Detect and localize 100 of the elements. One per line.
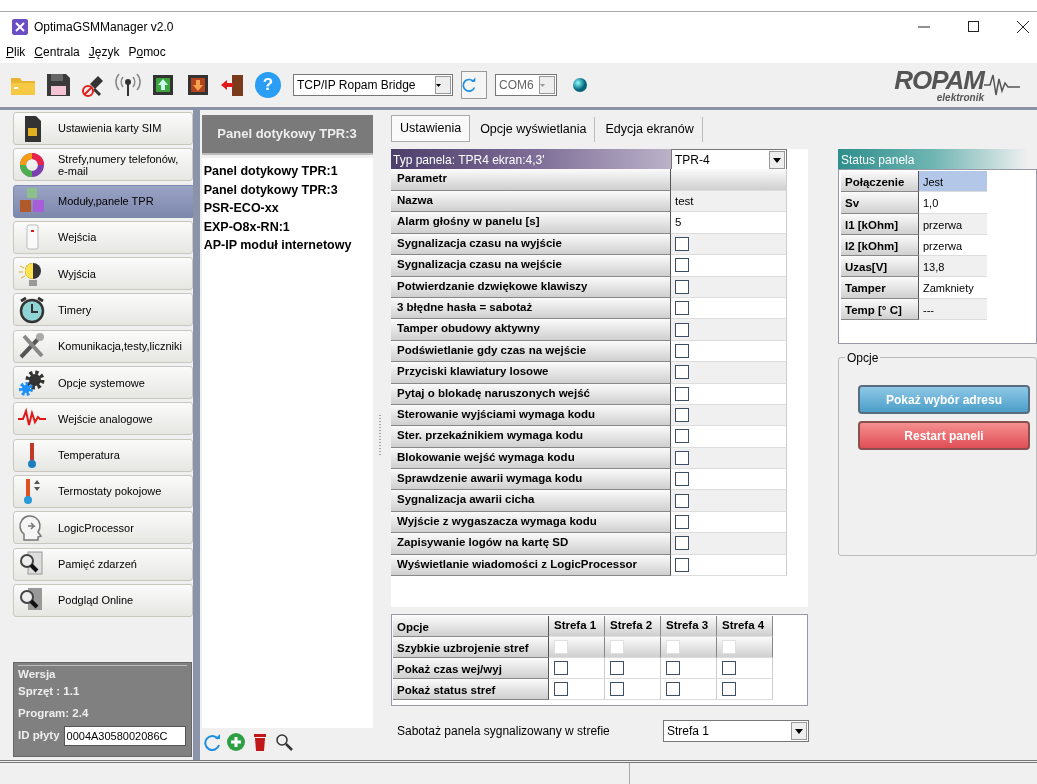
gear-icon bbox=[18, 368, 46, 397]
column-header: Strefa 1 bbox=[549, 616, 605, 637]
antenna-icon[interactable] bbox=[115, 72, 141, 98]
status-value[interactable]: 13,8 bbox=[919, 256, 987, 278]
menu-item[interactable]: Plik bbox=[6, 43, 26, 61]
status-label: I1 [kOhm] bbox=[841, 213, 919, 235]
signal-wave-icon bbox=[984, 73, 1020, 97]
checkbox[interactable] bbox=[675, 236, 689, 251]
checkbox[interactable] bbox=[675, 408, 689, 423]
panel-type-label: Typ panela: TPR4 ekran:4,3' bbox=[391, 149, 671, 169]
connection-select[interactable]: TCP/IP Ropam Bridge bbox=[293, 74, 453, 96]
checkbox[interactable] bbox=[610, 661, 624, 675]
status-label: Uzas[V] bbox=[841, 256, 919, 278]
app-icon bbox=[12, 18, 28, 35]
sidebar-item[interactable]: Temperatura bbox=[13, 438, 193, 472]
add-icon[interactable] bbox=[226, 733, 245, 751]
hardware-version: Sprzęt : 1.1 bbox=[18, 684, 81, 700]
checkbox[interactable] bbox=[722, 661, 736, 675]
sidebar-item[interactable]: Opcje systemowe bbox=[13, 366, 193, 400]
status-value[interactable]: Jest bbox=[919, 171, 987, 193]
save-icon[interactable] bbox=[45, 72, 71, 98]
checkbox[interactable] bbox=[675, 493, 689, 508]
row-label: Pokaż status stref bbox=[393, 679, 549, 700]
parameter-label: Blokowanie wejść wymaga kodu bbox=[391, 447, 671, 470]
parameter-label: Pytaj o blokadę naruszonych wejść bbox=[391, 383, 671, 405]
checkbox[interactable] bbox=[666, 682, 680, 696]
parameter-label: Sterowanie wyjściami wymaga kodu bbox=[391, 404, 671, 427]
checkbox[interactable] bbox=[675, 279, 689, 294]
value-cell[interactable]: test bbox=[671, 191, 787, 213]
board-id-field[interactable]: 0004A3058002086C bbox=[63, 725, 186, 747]
pie-chart-icon bbox=[18, 150, 46, 179]
menu-item[interactable]: Centrala bbox=[34, 43, 80, 61]
checkbox[interactable] bbox=[675, 557, 689, 572]
chip-upload-icon[interactable] bbox=[150, 72, 176, 98]
search-icon[interactable] bbox=[274, 733, 293, 751]
sidebar-item[interactable]: Termostaty pokojowe bbox=[13, 474, 193, 508]
version-legend: Wersja bbox=[18, 665, 187, 684]
checkbox[interactable] bbox=[675, 450, 689, 465]
menu-item[interactable]: Pomoc bbox=[128, 43, 166, 61]
sidebar-item[interactable]: LogicProcessor bbox=[13, 511, 193, 545]
status-value[interactable]: przerwa bbox=[919, 213, 987, 235]
maximize-icon[interactable] bbox=[968, 21, 979, 32]
sidebar-item[interactable]: Timery bbox=[13, 293, 193, 327]
sidebar-item[interactable]: Wejście analogowe bbox=[13, 402, 193, 436]
value-cell[interactable]: 5 bbox=[671, 212, 787, 234]
dropdown-arrow-icon[interactable] bbox=[795, 728, 803, 734]
tab[interactable]: Opcje wyświetlania bbox=[472, 117, 596, 142]
thermometer-icon bbox=[28, 441, 36, 470]
checkbox[interactable] bbox=[666, 661, 680, 675]
module-list-item[interactable]: Panel dotykowy TPR:3 bbox=[203, 180, 371, 200]
menu-item[interactable]: Język bbox=[88, 43, 120, 61]
checkbox[interactable] bbox=[675, 536, 689, 551]
status-value[interactable]: --- bbox=[919, 298, 987, 321]
module-list-item[interactable]: PSR-ECO-xx bbox=[203, 199, 371, 218]
checkbox[interactable] bbox=[675, 258, 689, 273]
checkbox[interactable] bbox=[675, 429, 689, 444]
module-list-item[interactable]: Panel dotykowy TPR:1 bbox=[203, 162, 371, 181]
sidebar-item[interactable]: Wejścia bbox=[13, 220, 193, 254]
checkbox[interactable] bbox=[675, 343, 689, 358]
row-label: Pokaż czas wej/wyj bbox=[393, 658, 549, 679]
parameter-label: Wyjście z wygaszacza wymaga kodu bbox=[391, 511, 671, 534]
splitter-grip-icon[interactable] bbox=[379, 415, 382, 455]
checkbox[interactable] bbox=[675, 322, 689, 337]
checkbox[interactable] bbox=[675, 301, 689, 316]
tab[interactable]: Edycja ekranów bbox=[597, 117, 703, 142]
exit-door-icon[interactable] bbox=[220, 72, 246, 98]
parameter-label: Wyświetlanie wiadomości z LogicProcessor bbox=[391, 554, 671, 577]
panel-type-select[interactable]: TPR-4 bbox=[671, 149, 787, 171]
checkbox[interactable] bbox=[610, 682, 624, 696]
sidebar-item[interactable]: Komunikacja,testy,liczniki bbox=[13, 329, 193, 363]
dropdown-arrow-icon[interactable] bbox=[436, 82, 441, 88]
checkbox[interactable] bbox=[675, 386, 689, 401]
checkbox[interactable] bbox=[675, 515, 689, 530]
checkbox[interactable] bbox=[675, 472, 689, 487]
chip-download-icon[interactable] bbox=[185, 72, 211, 98]
refresh-button[interactable] bbox=[461, 71, 487, 99]
parameter-label: Nazwa bbox=[391, 191, 671, 213]
checkbox[interactable] bbox=[554, 682, 568, 696]
checkbox[interactable] bbox=[675, 365, 689, 380]
sidebar-item[interactable]: Wyjścia bbox=[13, 257, 193, 291]
logo-subtitle: elektronik bbox=[936, 93, 984, 103]
sidebar-item[interactable]: Pamięć zdarzeń bbox=[13, 547, 193, 581]
column-header: Parametr bbox=[391, 169, 671, 191]
tamper-zone-select[interactable]: Strefa 1 bbox=[663, 720, 809, 742]
checkbox[interactable] bbox=[722, 682, 736, 696]
module-list-item[interactable]: AP-IP moduł internetowy bbox=[203, 236, 371, 255]
sidebar-item[interactable]: Moduły,panele TPR bbox=[13, 184, 195, 218]
refresh-icon[interactable] bbox=[202, 733, 221, 751]
parameter-label: Sygnalizacja czasu na wyjście bbox=[391, 233, 671, 256]
status-light-icon bbox=[573, 78, 587, 92]
parameter-label: Alarm głośny w panelu [s] bbox=[391, 212, 671, 234]
tab[interactable]: Ustawienia bbox=[391, 115, 471, 142]
sidebar-item[interactable]: Ustawienia karty SIM bbox=[13, 112, 193, 145]
sidebar-item[interactable]: Podgląd Online bbox=[13, 583, 193, 617]
checkbox[interactable] bbox=[554, 661, 568, 675]
module-list-item[interactable]: EXP-O8x-RN:1 bbox=[203, 217, 371, 237]
dropdown-arrow-icon[interactable] bbox=[773, 157, 781, 163]
logo-wordmark: ROPAM bbox=[894, 67, 984, 93]
sidebar-item[interactable]: Strefy,numery telefonów, e-mail bbox=[13, 148, 193, 182]
close-icon[interactable] bbox=[1017, 20, 1029, 33]
